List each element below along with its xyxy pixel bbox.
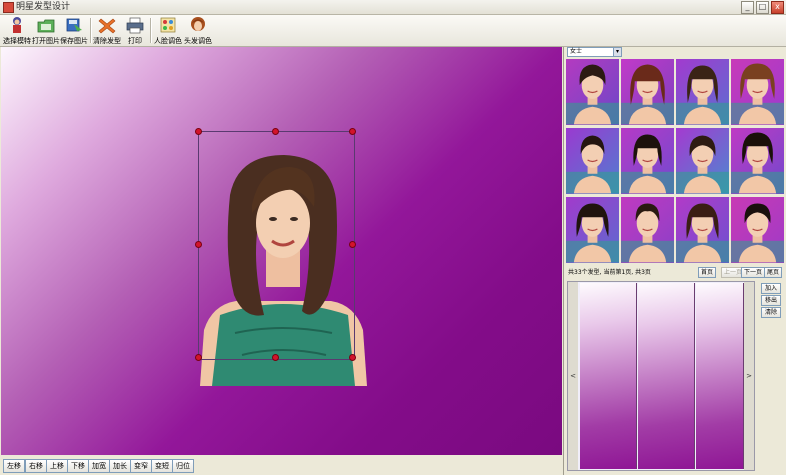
hair-color-button[interactable]: 头发调色 xyxy=(184,16,212,45)
hairstyle-thumbnail[interactable] xyxy=(676,59,729,125)
hairstyle-thumbnail[interactable] xyxy=(676,197,729,263)
hairstyle-thumbnail[interactable] xyxy=(566,59,619,125)
resize-handle-top[interactable] xyxy=(272,128,279,135)
hairstyle-thumbnail[interactable] xyxy=(731,128,784,194)
category-select[interactable]: 女士 ▾ xyxy=(567,47,622,57)
hairstyle-thumbnail-grid xyxy=(566,59,785,264)
narrow-button[interactable]: 变窄 xyxy=(130,459,152,473)
widen-button[interactable]: 加宽 xyxy=(88,459,110,473)
hairstyle-thumbnail[interactable] xyxy=(731,59,784,125)
select-model-button[interactable]: 选择模特 xyxy=(2,16,32,45)
hairstyle-thumbnail[interactable] xyxy=(731,197,784,263)
face-color-button[interactable]: 人脸调色 xyxy=(153,16,183,45)
minimize-button[interactable]: _ xyxy=(741,1,754,14)
pagination-bar: 共33个发型, 当前第1页, 共3页 首页 上一页 下一页 尾页 xyxy=(564,266,786,279)
open-image-label: 打开图片 xyxy=(32,37,60,45)
close-button[interactable]: x xyxy=(771,1,784,14)
title-bar: 明星发型设计 _ □ x xyxy=(0,0,786,15)
category-value: 女士 xyxy=(570,48,583,55)
resize-handle-top-left[interactable] xyxy=(195,128,202,135)
selected-hairstyles-strip: < > xyxy=(567,281,755,471)
hairstyle-thumbnail[interactable] xyxy=(566,128,619,194)
hairstyle-thumbnail[interactable] xyxy=(676,128,729,194)
first-page-button[interactable]: 首页 xyxy=(698,267,717,278)
window-title: 明星发型设计 xyxy=(16,2,71,12)
hair-color-label: 头发调色 xyxy=(184,37,212,45)
toolbar-separator xyxy=(150,18,152,43)
chevron-down-icon[interactable]: ▾ xyxy=(613,48,621,56)
selected-slot[interactable] xyxy=(696,283,744,469)
hairstyle-preview xyxy=(731,203,784,263)
hairstyle-preview xyxy=(731,132,784,194)
resize-handle-right[interactable] xyxy=(349,241,356,248)
move-left-button[interactable]: 左移 xyxy=(3,459,25,473)
printer-icon xyxy=(126,17,144,34)
model-icon xyxy=(13,17,21,33)
hairstyle-panel: 女士 ▾ 共33个发型, 当前第1页, 共3页 首页 上一页 下一页 尾页 < … xyxy=(563,47,786,475)
resize-handle-top-right[interactable] xyxy=(349,128,356,135)
print-label: 打印 xyxy=(128,37,142,45)
hairstyle-thumbnail[interactable] xyxy=(621,128,674,194)
hair-color-icon xyxy=(191,17,205,31)
selected-slot[interactable] xyxy=(638,283,695,469)
hairstyle-preview xyxy=(621,134,674,194)
hairstyle-preview xyxy=(676,203,729,263)
hairstyle-thumbnail[interactable] xyxy=(621,59,674,125)
hairstyle-preview xyxy=(676,135,729,194)
resize-handle-bottom-right[interactable] xyxy=(349,354,356,361)
next-page-button[interactable]: 下一页 xyxy=(741,267,766,278)
hairstyle-thumbnail[interactable] xyxy=(566,197,619,263)
print-button[interactable]: 打印 xyxy=(123,16,147,45)
face-color-label: 人脸调色 xyxy=(154,37,182,45)
clear-hairstyle-icon xyxy=(98,18,116,34)
selected-slot[interactable] xyxy=(580,283,637,469)
hairstyle-preview xyxy=(731,63,784,125)
resize-handle-bottom[interactable] xyxy=(272,354,279,361)
hairstyle-preview xyxy=(566,203,619,263)
move-right-button[interactable]: 右移 xyxy=(25,459,47,473)
adjust-bar: 左移 右移 上移 下移 加宽 加长 变窄 变短 归位 xyxy=(1,456,562,475)
save-image-icon xyxy=(66,18,82,32)
last-page-button[interactable]: 尾页 xyxy=(764,267,783,278)
shorten-button[interactable]: 变短 xyxy=(151,459,173,473)
toolbar: 选择模特 打开图片 保存图片 清除发型 打印 人脸调色 头发调色 xyxy=(0,15,786,47)
hairstyle-selection-box[interactable] xyxy=(198,131,355,360)
open-image-button[interactable]: 打开图片 xyxy=(32,16,60,45)
clear-button[interactable]: 清除 xyxy=(761,307,781,318)
resize-handle-bottom-left[interactable] xyxy=(195,354,202,361)
clear-hairstyle-label: 清除发型 xyxy=(93,37,121,45)
page-info: 共33个发型, 当前第1页, 共3页 xyxy=(568,269,651,276)
remove-button[interactable]: 移出 xyxy=(761,295,781,306)
app-icon xyxy=(3,2,14,13)
lengthen-button[interactable]: 加长 xyxy=(109,459,131,473)
maximize-button[interactable]: □ xyxy=(756,1,769,14)
scroll-left-button[interactable]: < xyxy=(568,282,578,470)
open-image-icon xyxy=(37,19,55,33)
hairstyle-preview xyxy=(676,65,729,125)
hairstyle-preview xyxy=(566,64,619,125)
face-color-icon xyxy=(160,17,176,33)
reset-position-button[interactable]: 归位 xyxy=(172,459,194,473)
hairstyle-preview xyxy=(621,203,674,263)
resize-handle-left[interactable] xyxy=(195,241,202,248)
move-down-button[interactable]: 下移 xyxy=(67,459,89,473)
scroll-right-button[interactable]: > xyxy=(744,282,754,470)
add-button[interactable]: 加入 xyxy=(761,283,781,294)
hairstyle-thumbnail[interactable] xyxy=(621,197,674,263)
toolbar-separator xyxy=(90,18,92,43)
select-model-label: 选择模特 xyxy=(3,37,31,45)
hairstyle-preview xyxy=(621,64,674,125)
save-image-button[interactable]: 保存图片 xyxy=(60,16,88,45)
clear-hairstyle-button[interactable]: 清除发型 xyxy=(93,16,121,45)
hairstyle-preview xyxy=(566,135,619,194)
save-image-label: 保存图片 xyxy=(60,37,88,45)
move-up-button[interactable]: 上移 xyxy=(46,459,68,473)
main-canvas[interactable] xyxy=(1,47,562,455)
